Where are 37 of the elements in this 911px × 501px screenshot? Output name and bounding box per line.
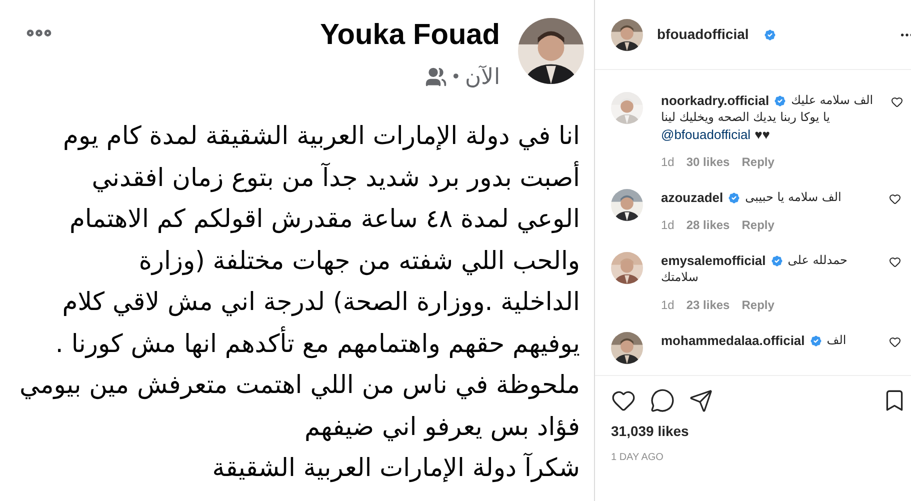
mention-link[interactable]: @bfouadofficial [661,126,751,143]
share-icon[interactable] [689,388,713,412]
comment-username[interactable]: azouzadel [661,189,724,206]
username[interactable]: bfouadofficial [657,24,749,45]
comment-username[interactable]: mohammedalaa.official [661,332,805,349]
post-text: شكرآ دولة الإمارات العربية الشقيقة [212,452,580,484]
comment-age: 1d [661,297,674,314]
comment-text: سلامتك [661,269,698,286]
post-text: ملحوظة في ناس من اللي اهتمت متعرفش مين بيومي [20,369,580,402]
likes-count[interactable]: 31,039 likes [611,421,895,442]
comment-text: الف سلامه عليك [791,92,874,109]
comment-text: يا يوكا ربنا يديك الصحه ويخليك لينا [661,109,830,126]
author-name: Youka Fouad [320,18,500,53]
comment-age: 1d [661,154,674,171]
post-text: والحب اللي شفته من جهات مختلفة (وزارة [138,244,580,278]
comment-icon[interactable] [650,388,675,413]
comment-age: 1d [661,217,674,234]
post-text: الداخلية .ووزارة الصحة) لدرجة اني مش لاقي كلام [62,286,580,318]
post-age: 1 DAY AGO [611,451,664,465]
post-text: الوعي لمدة ٤٨ ساعة مقدرش اقولكم كم الاهتمام [69,203,580,236]
comment-username[interactable]: emysalemofficial [661,252,766,269]
comment-text: حمدلله على [788,252,848,269]
hearts-emoji: ♥♥ [754,126,770,143]
like-icon[interactable] [889,336,901,348]
post-time: الآن [465,63,500,91]
post-text: انا في دولة الإمارات العربية الشقيقة لمدة كام يوم [63,120,580,152]
comment-text: الف سلامه يا حبيبى [745,189,842,206]
post-text: أصبت بدور برد شديد جدآ من بتوع زمان افقدني [92,160,580,194]
post-text: فؤاد بس يعرفو اني ضيفهم [304,410,580,444]
people-icon [424,66,447,88]
like-icon[interactable] [889,193,901,205]
post-text: يوفيهم حقهم واهتمامهم مع تأكدهم انها مش كورنا . [55,322,580,364]
like-icon[interactable] [889,256,901,268]
like-icon[interactable] [891,96,904,108]
comment-username[interactable]: noorkadry.official [661,92,770,109]
comment-text: الف [826,332,846,349]
separator-dot: • [452,65,459,88]
